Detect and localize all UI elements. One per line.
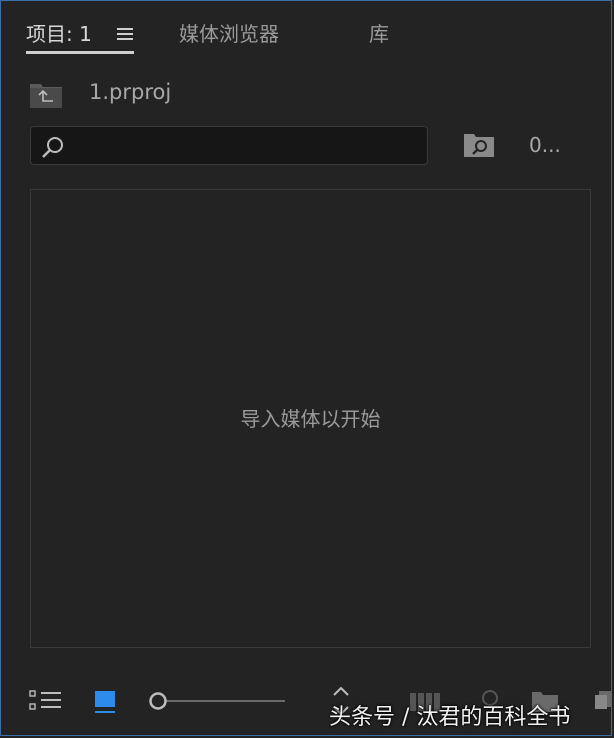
tab-project-label: 项目: 1 xyxy=(26,22,92,46)
active-tab-indicator xyxy=(26,51,134,54)
item-count: 0... xyxy=(529,133,561,157)
find-in-bin-icon[interactable] xyxy=(463,132,495,158)
search-box[interactable] xyxy=(30,126,428,165)
project-panel: 项目: 1 媒体浏览器 库 1.prproj 0... 导入媒体以开始 头条号 … xyxy=(0,0,612,736)
tab-library-label: 库 xyxy=(369,22,389,46)
new-item-icon[interactable] xyxy=(593,689,612,711)
icon-view-icon[interactable] xyxy=(93,689,117,715)
empty-hint: 导入媒体以开始 xyxy=(240,407,381,431)
tab-library[interactable]: 库 xyxy=(369,19,389,49)
project-name: 1.prproj xyxy=(89,80,172,104)
watermark: 头条号 / 汰君的百科全书 xyxy=(329,705,571,730)
search-icon xyxy=(42,137,63,158)
project-folder-icon[interactable] xyxy=(29,81,63,109)
tab-project[interactable]: 项目: 1 xyxy=(26,19,92,49)
zoom-slider[interactable] xyxy=(149,691,287,711)
tab-media-browser[interactable]: 媒体浏览器 xyxy=(179,19,279,49)
tab-media-browser-label: 媒体浏览器 xyxy=(179,22,279,46)
media-drop-area[interactable]: 导入媒体以开始 xyxy=(30,189,591,648)
panel-menu-icon[interactable] xyxy=(116,25,134,43)
search-input[interactable] xyxy=(73,131,417,163)
list-view-icon[interactable] xyxy=(29,689,63,713)
